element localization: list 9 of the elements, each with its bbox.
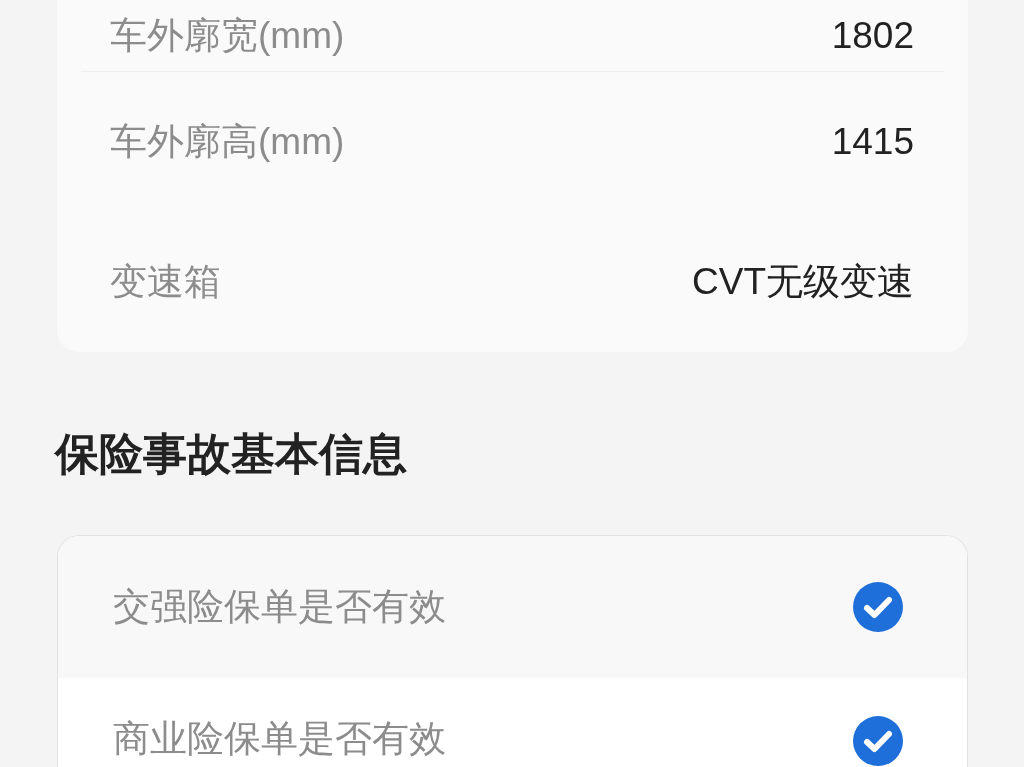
spec-value: 1415 <box>831 120 914 164</box>
insurance-label: 商业险保单是否有效 <box>113 717 446 761</box>
spec-value: 1802 <box>831 14 914 58</box>
spec-value: CVT无级变速 <box>692 260 914 304</box>
spec-label: 变速箱 <box>110 260 221 304</box>
spec-label: 车外廓宽(mm) <box>110 14 345 58</box>
section-title: 保险事故基本信息 <box>55 431 407 477</box>
insurance-label: 交强险保单是否有效 <box>113 585 446 629</box>
spec-label: 车外廓高(mm) <box>110 120 345 164</box>
